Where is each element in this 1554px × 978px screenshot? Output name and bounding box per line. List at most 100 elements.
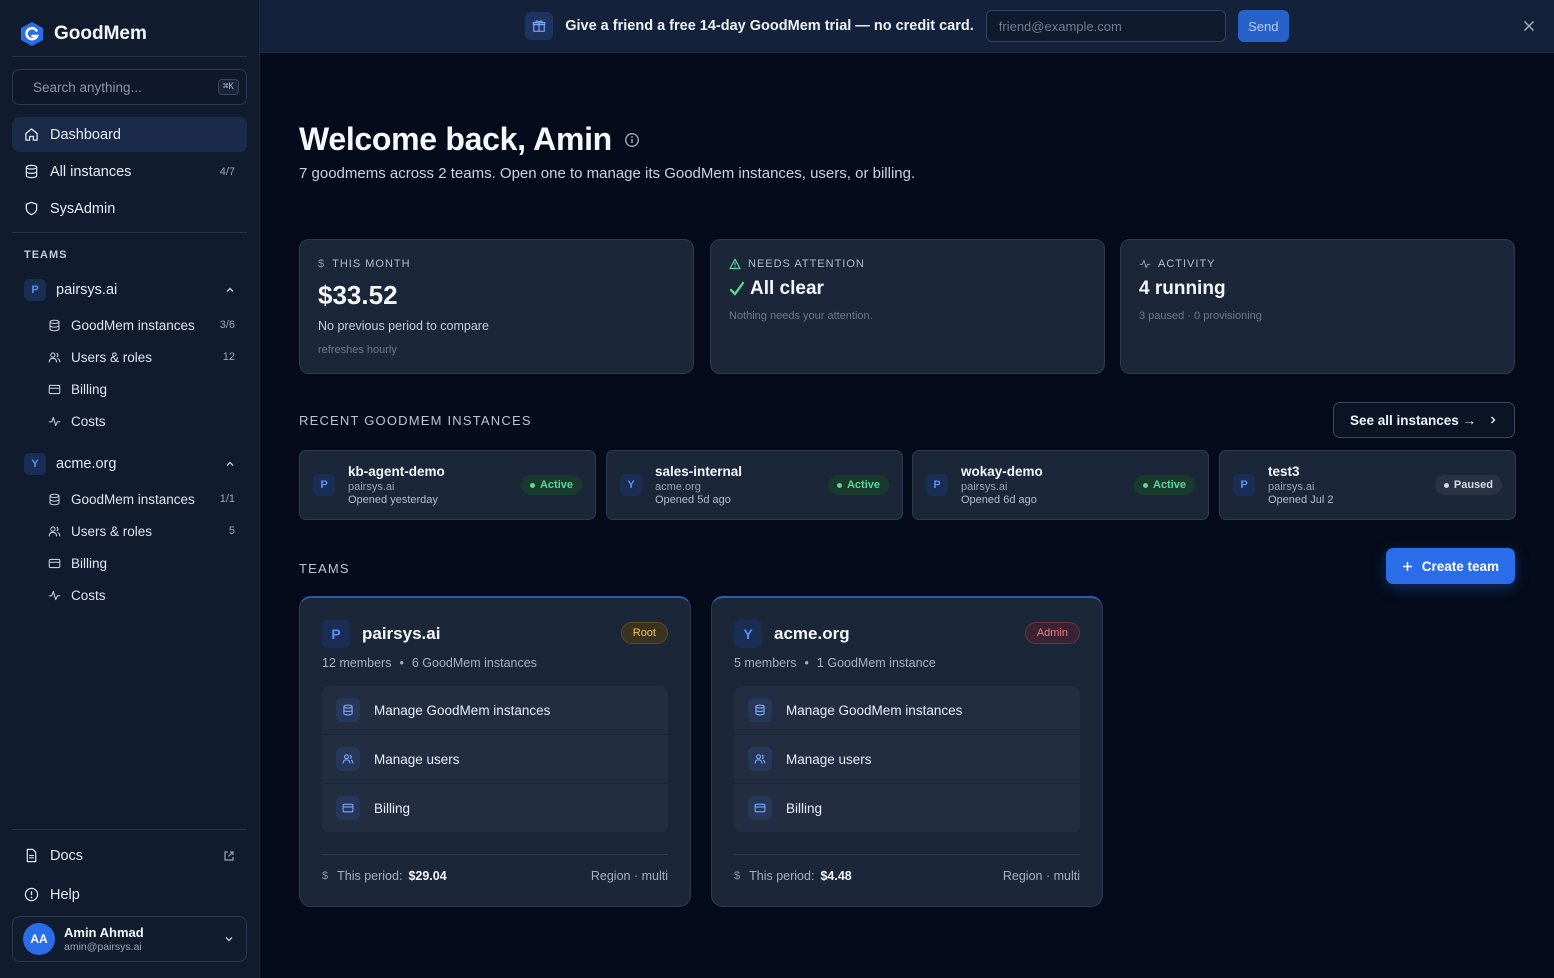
dollar-icon: $ <box>318 258 326 270</box>
button-label: Create team <box>1421 558 1499 574</box>
info-icon[interactable] <box>624 132 640 148</box>
stat-label: NEEDS ATTENTION <box>729 258 1086 270</box>
brand[interactable]: GoodMem <box>20 20 147 48</box>
status-dot <box>1443 482 1449 488</box>
shortcut-hint: ⌘K <box>218 79 239 95</box>
user-menu[interactable]: AA Amin Ahmad amin@pairsys.ai <box>12 916 247 962</box>
instance-org: pairsys.ai <box>1268 481 1315 493</box>
button-label: See all instances → <box>1349 412 1476 428</box>
instance-name: kb-agent-demo <box>348 464 445 479</box>
period-value: $4.48 <box>820 869 852 883</box>
manage-users-link[interactable]: Manage users <box>322 735 668 784</box>
status-dot <box>836 482 842 488</box>
sidebar-team-pairsys[interactable]: P pairsys.ai <box>12 274 247 306</box>
search-box[interactable]: ⌘K <box>12 69 247 105</box>
team-name: acme.org <box>774 624 850 643</box>
status-dot <box>529 482 535 488</box>
instance-info: kb-agent-demo pairsys.ai Opened yesterda… <box>348 464 445 506</box>
see-all-instances-button[interactable]: See all instances → <box>1332 402 1515 438</box>
link-label: Billing <box>374 800 411 816</box>
teams-section-title: TEAMS <box>299 561 350 576</box>
send-button[interactable]: Send <box>1237 10 1289 42</box>
billing-link[interactable]: Billing <box>734 784 1080 833</box>
status-text: Active <box>539 479 573 491</box>
team-members: 12 members <box>322 656 392 670</box>
sidebar-sub-costs[interactable]: Costs <box>36 580 247 610</box>
status-text: Active <box>1152 479 1186 491</box>
instance-opened: Opened 6d ago <box>961 494 1037 506</box>
stat-this-month: $ THIS MONTH $33.52 No previous period t… <box>299 239 694 374</box>
team-header[interactable]: P pairsys.ai <box>322 620 668 648</box>
team-meta: 12 members • 6 GoodMem instances <box>322 656 668 670</box>
warning-icon <box>729 258 741 270</box>
team-avatar: P <box>322 620 350 648</box>
teams-label: TEAMS <box>24 249 68 261</box>
welcome-title: Welcome back, Amin <box>299 121 612 157</box>
gift-icon <box>525 12 554 40</box>
instance-card[interactable]: P kb-agent-demo pairsys.ai Opened yester… <box>299 450 596 520</box>
link-label: Manage users <box>374 751 460 767</box>
instance-avatar: Y <box>620 474 642 496</box>
shield-icon <box>25 201 38 216</box>
manage-users-link[interactable]: Manage users <box>734 735 1080 784</box>
nav-all-instances[interactable]: All instances 4/7 <box>12 154 247 189</box>
recent-instances-title: RECENT GOODMEM INSTANCES <box>299 413 532 428</box>
nav-count: 4/7 <box>219 165 235 178</box>
instance-org: pairsys.ai <box>348 481 395 493</box>
page-subtitle: 7 goodmems across 2 teams. Open one to m… <box>299 165 916 182</box>
billing-link[interactable]: Billing <box>322 784 668 833</box>
sidebar-team-acme[interactable]: Y acme.org <box>12 448 247 480</box>
chevron-up-icon[interactable] <box>225 459 235 469</box>
sub-label: Costs <box>71 413 106 429</box>
app-root: GoodMem ⌘K Dashboard All instances 4/7 S… <box>0 0 1554 978</box>
sidebar-sub-billing[interactable]: Billing <box>36 548 247 578</box>
instance-opened: Opened Jul 2 <box>1268 494 1334 506</box>
sub-count: 12 <box>222 351 235 363</box>
team-actions: Manage GoodMem instances Manage users Bi… <box>322 686 668 833</box>
nav-dashboard[interactable]: Dashboard <box>12 117 247 152</box>
nav-docs[interactable]: Docs <box>12 838 247 873</box>
stat-activity: ACTIVITY 4 running 3 paused · 0 provisio… <box>1120 239 1515 374</box>
sub-label: Users & roles <box>71 349 153 365</box>
team-footer: $ This period: $29.04 Region · multi <box>322 854 668 883</box>
stat-value: 4 running <box>1139 278 1226 299</box>
nav-label: Docs <box>50 847 84 864</box>
help-circle-icon <box>24 887 39 902</box>
document-icon <box>26 848 37 863</box>
sidebar-sub-users[interactable]: Users & roles 5 <box>36 516 247 546</box>
stat-desc: 3 paused · 0 provisioning <box>1139 310 1262 322</box>
manage-instances-link[interactable]: Manage GoodMem instances <box>734 686 1080 735</box>
close-icon[interactable] <box>1520 17 1538 35</box>
sidebar-sub-billing[interactable]: Billing <box>36 374 247 404</box>
sidebar-sub-users[interactable]: Users & roles 12 <box>36 342 247 372</box>
sidebar-sub-instances[interactable]: GoodMem instances 1/1 <box>36 484 247 514</box>
nav-sysadmin[interactable]: SysAdmin <box>12 191 247 226</box>
nav-help[interactable]: Help <box>12 877 247 912</box>
manage-instances-link[interactable]: Manage GoodMem instances <box>322 686 668 735</box>
credit-card-icon <box>336 796 360 820</box>
search-input[interactable] <box>33 79 210 95</box>
sidebar-sub-costs[interactable]: Costs <box>36 406 247 436</box>
instance-card[interactable]: Y sales-internal acme.org Opened 5d ago … <box>606 450 903 520</box>
sub-label: Billing <box>71 381 108 397</box>
sub-label: GoodMem instances <box>71 491 195 507</box>
link-label: Manage GoodMem instances <box>786 702 963 718</box>
create-team-button[interactable]: Create team <box>1385 548 1515 584</box>
sidebar-sub-instances[interactable]: GoodMem instances 3/6 <box>36 310 247 340</box>
instance-card[interactable]: P test3 pairsys.ai Opened Jul 2 Paused <box>1219 450 1516 520</box>
team-instances: 6 GoodMem instances <box>411 656 537 670</box>
stat-value: $33.52 <box>318 280 398 310</box>
stat-value-text: All clear <box>750 278 824 299</box>
dollar-icon: $ <box>322 870 329 882</box>
chevron-up-icon[interactable] <box>225 285 235 295</box>
period-value: $29.04 <box>408 869 447 883</box>
team-members: 5 members <box>734 656 797 670</box>
page-title: Welcome back, Amin <box>299 121 640 158</box>
sub-label: Costs <box>71 587 106 603</box>
banner-text: Give a friend a free 14-day GoodMem tria… <box>565 18 974 34</box>
instance-card[interactable]: P wokay-demo pairsys.ai Opened 6d ago Ac… <box>912 450 1209 520</box>
status-text: Active <box>846 479 880 491</box>
instance-avatar: P <box>926 474 948 496</box>
friend-email-input[interactable] <box>985 10 1226 42</box>
team-actions: Manage GoodMem instances Manage users Bi… <box>734 686 1080 833</box>
